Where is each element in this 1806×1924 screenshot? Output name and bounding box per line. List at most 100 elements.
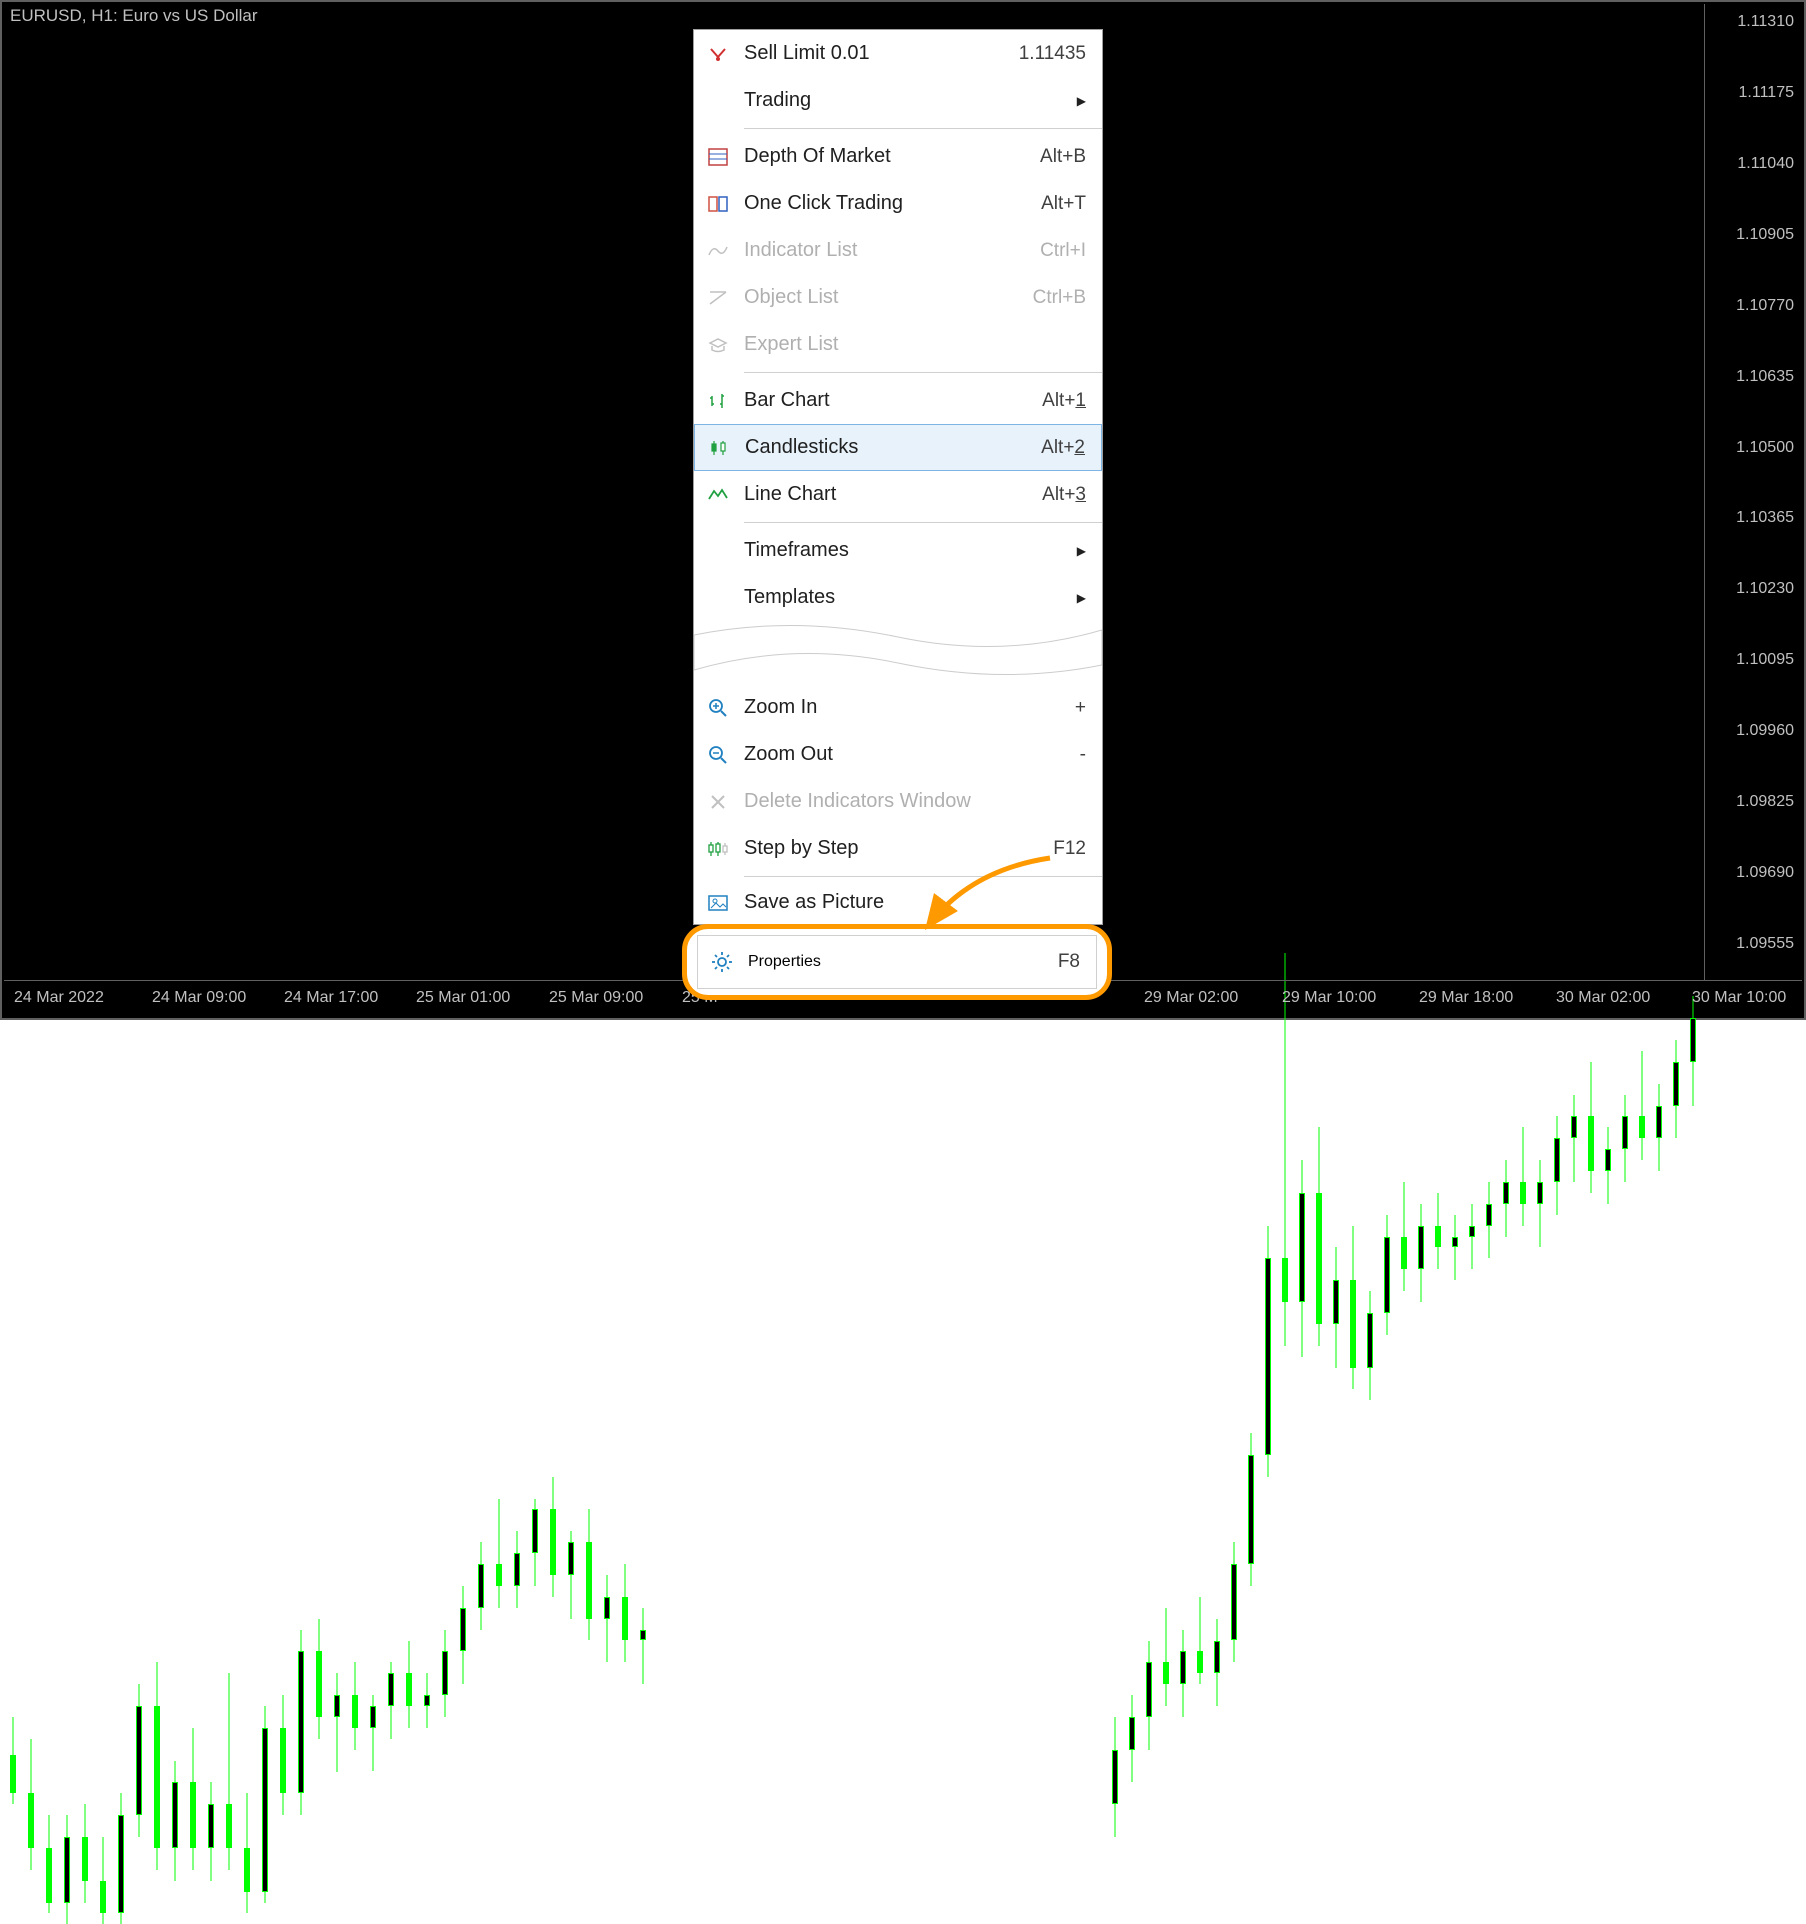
indicator-list-icon	[704, 237, 732, 265]
chart-window: EURUSD, H1: Euro vs US Dollar 1.113101.1…	[0, 0, 1806, 1020]
time-tick: 30 Mar 10:00	[1692, 989, 1786, 1007]
price-tick: 1.11040	[1737, 155, 1794, 173]
time-tick: 25 Mar 09:00	[549, 989, 643, 1007]
menu-shortcut: +	[1075, 697, 1086, 719]
menu-label: Delete Indicators Window	[744, 790, 1086, 813]
price-tick: 1.10500	[1736, 439, 1794, 457]
menu-shortcut: F12	[1053, 838, 1086, 860]
menu-shortcut: Alt+2	[1041, 437, 1085, 459]
menu-label: Sell Limit 0.01	[744, 42, 1019, 65]
menu-label: Trading	[744, 89, 1077, 112]
price-tick: 1.11175	[1739, 84, 1794, 102]
price-tick: 1.10635	[1736, 368, 1794, 386]
blank-icon	[704, 87, 732, 115]
menu-label: Zoom Out	[744, 743, 1080, 766]
price-tick: 1.09690	[1736, 864, 1794, 882]
zoom-in-icon	[704, 694, 732, 722]
submenu-arrow-icon: ▶	[1077, 94, 1086, 108]
submenu-arrow-icon: ▶	[1077, 591, 1086, 605]
price-axis: 1.11310 1.11175 1.11040 1.10905 1.10770 1.106…	[1704, 4, 1802, 980]
menu-object-list: Object List Ctrl+B	[694, 274, 1102, 321]
menu-timeframes[interactable]: Timeframes ▶	[694, 527, 1102, 574]
menu-label: Templates	[744, 586, 1077, 609]
menu-label: Timeframes	[744, 539, 1077, 562]
submenu-arrow-icon: ▶	[1077, 544, 1086, 558]
menu-bar-chart[interactable]: Bar Chart Alt+1	[694, 377, 1102, 424]
menu-sell-limit[interactable]: Sell Limit 0.01 1.11435	[694, 30, 1102, 77]
time-tick: 25 Mar 01:00	[416, 989, 510, 1007]
menu-line-chart[interactable]: Line Chart Alt+3	[694, 471, 1102, 518]
line-chart-icon	[704, 481, 732, 509]
menu-separator	[744, 128, 1102, 129]
menu-label: Step by Step	[744, 837, 1053, 860]
menu-trading[interactable]: Trading ▶	[694, 77, 1102, 124]
chart-title: EURUSD, H1: Euro vs US Dollar	[10, 6, 258, 26]
price-tick: 1.09960	[1736, 722, 1794, 740]
time-tick: 25 M	[682, 989, 718, 1007]
menu-separator	[744, 522, 1102, 523]
menu-depth-of-market[interactable]: Depth Of Market Alt+B	[694, 133, 1102, 180]
menu-label: One Click Trading	[744, 192, 1041, 215]
menu-label: Expert List	[744, 333, 1086, 356]
bar-chart-icon	[704, 387, 732, 415]
blank-icon	[704, 584, 732, 612]
menu-shortcut: Alt+3	[1042, 484, 1086, 506]
menu-label: Save as Picture	[744, 891, 1086, 914]
blank-icon	[704, 537, 732, 565]
menu-shortcut: Alt+B	[1040, 146, 1086, 168]
menu-label: Object List	[744, 286, 1033, 309]
menu-shortcut: Ctrl+B	[1033, 287, 1086, 309]
menu-price: 1.11435	[1019, 43, 1086, 65]
time-tick: 29 Mar 02:00	[1144, 989, 1238, 1007]
price-tick: 1.10770	[1736, 297, 1794, 315]
time-tick: 30 Mar 02:00	[1556, 989, 1650, 1007]
menu-zoom-out[interactable]: Zoom Out -	[694, 731, 1102, 778]
one-click-trading-icon	[704, 190, 732, 218]
delete-icon	[704, 788, 732, 816]
price-tick: 1.09825	[1736, 793, 1794, 811]
menu-shortcut: Alt+1	[1042, 390, 1086, 412]
menu-shortcut: -	[1080, 744, 1086, 766]
menu-indicator-list: Indicator List Ctrl+I	[694, 227, 1102, 274]
menu-delete-indicators-window: Delete Indicators Window	[694, 778, 1102, 825]
time-tick: 24 Mar 17:00	[284, 989, 378, 1007]
save-picture-icon	[704, 889, 732, 917]
menu-step-by-step[interactable]: Step by Step F12	[694, 825, 1102, 872]
menu-expert-list: Expert List	[694, 321, 1102, 368]
menu-one-click-trading[interactable]: One Click Trading Alt+T	[694, 180, 1102, 227]
zoom-out-icon	[704, 741, 732, 769]
object-list-icon	[704, 284, 732, 312]
menu-shortcut: Alt+T	[1041, 193, 1086, 215]
price-tick: 1.10365	[1736, 509, 1794, 527]
price-tick: 1.10230	[1736, 580, 1794, 598]
menu-zoom-in[interactable]: Zoom In +	[694, 684, 1102, 731]
time-tick: 24 Mar 09:00	[152, 989, 246, 1007]
chart-context-menu: Sell Limit 0.01 1.11435 Trading ▶ Depth …	[693, 29, 1103, 925]
time-axis: 24 Mar 2022 24 Mar 09:00 24 Mar 17:00 25 Ma…	[4, 980, 1802, 1016]
menu-label: Depth Of Market	[744, 145, 1040, 168]
candlesticks-icon	[705, 434, 733, 462]
menu-separator	[744, 876, 1102, 877]
expert-list-icon	[704, 331, 732, 359]
menu-label: Line Chart	[744, 483, 1042, 506]
time-tick: 24 Mar 2022	[14, 989, 104, 1007]
price-tick: 1.09555	[1736, 935, 1794, 953]
menu-label: Indicator List	[744, 239, 1040, 262]
price-tick: 1.10095	[1736, 651, 1794, 669]
menu-shortcut: Ctrl+I	[1040, 240, 1086, 262]
menu-candlesticks[interactable]: Candlesticks Alt+2	[694, 424, 1102, 471]
price-tick: 1.10905	[1736, 226, 1794, 244]
menu-separator	[744, 372, 1102, 373]
menu-label: Candlesticks	[745, 436, 1041, 459]
price-tick: 1.11310	[1737, 13, 1794, 31]
depth-of-market-icon	[704, 143, 732, 171]
menu-save-as-picture[interactable]: Save as Picture	[694, 881, 1102, 924]
time-tick: 29 Mar 10:00	[1282, 989, 1376, 1007]
time-tick: 29 Mar 18:00	[1419, 989, 1513, 1007]
menu-omitted-gap	[694, 615, 1102, 685]
sell-limit-icon	[704, 40, 732, 68]
menu-label: Zoom In	[744, 696, 1075, 719]
menu-templates[interactable]: Templates ▶	[694, 574, 1102, 621]
step-by-step-icon	[704, 835, 732, 863]
menu-label: Bar Chart	[744, 389, 1042, 412]
